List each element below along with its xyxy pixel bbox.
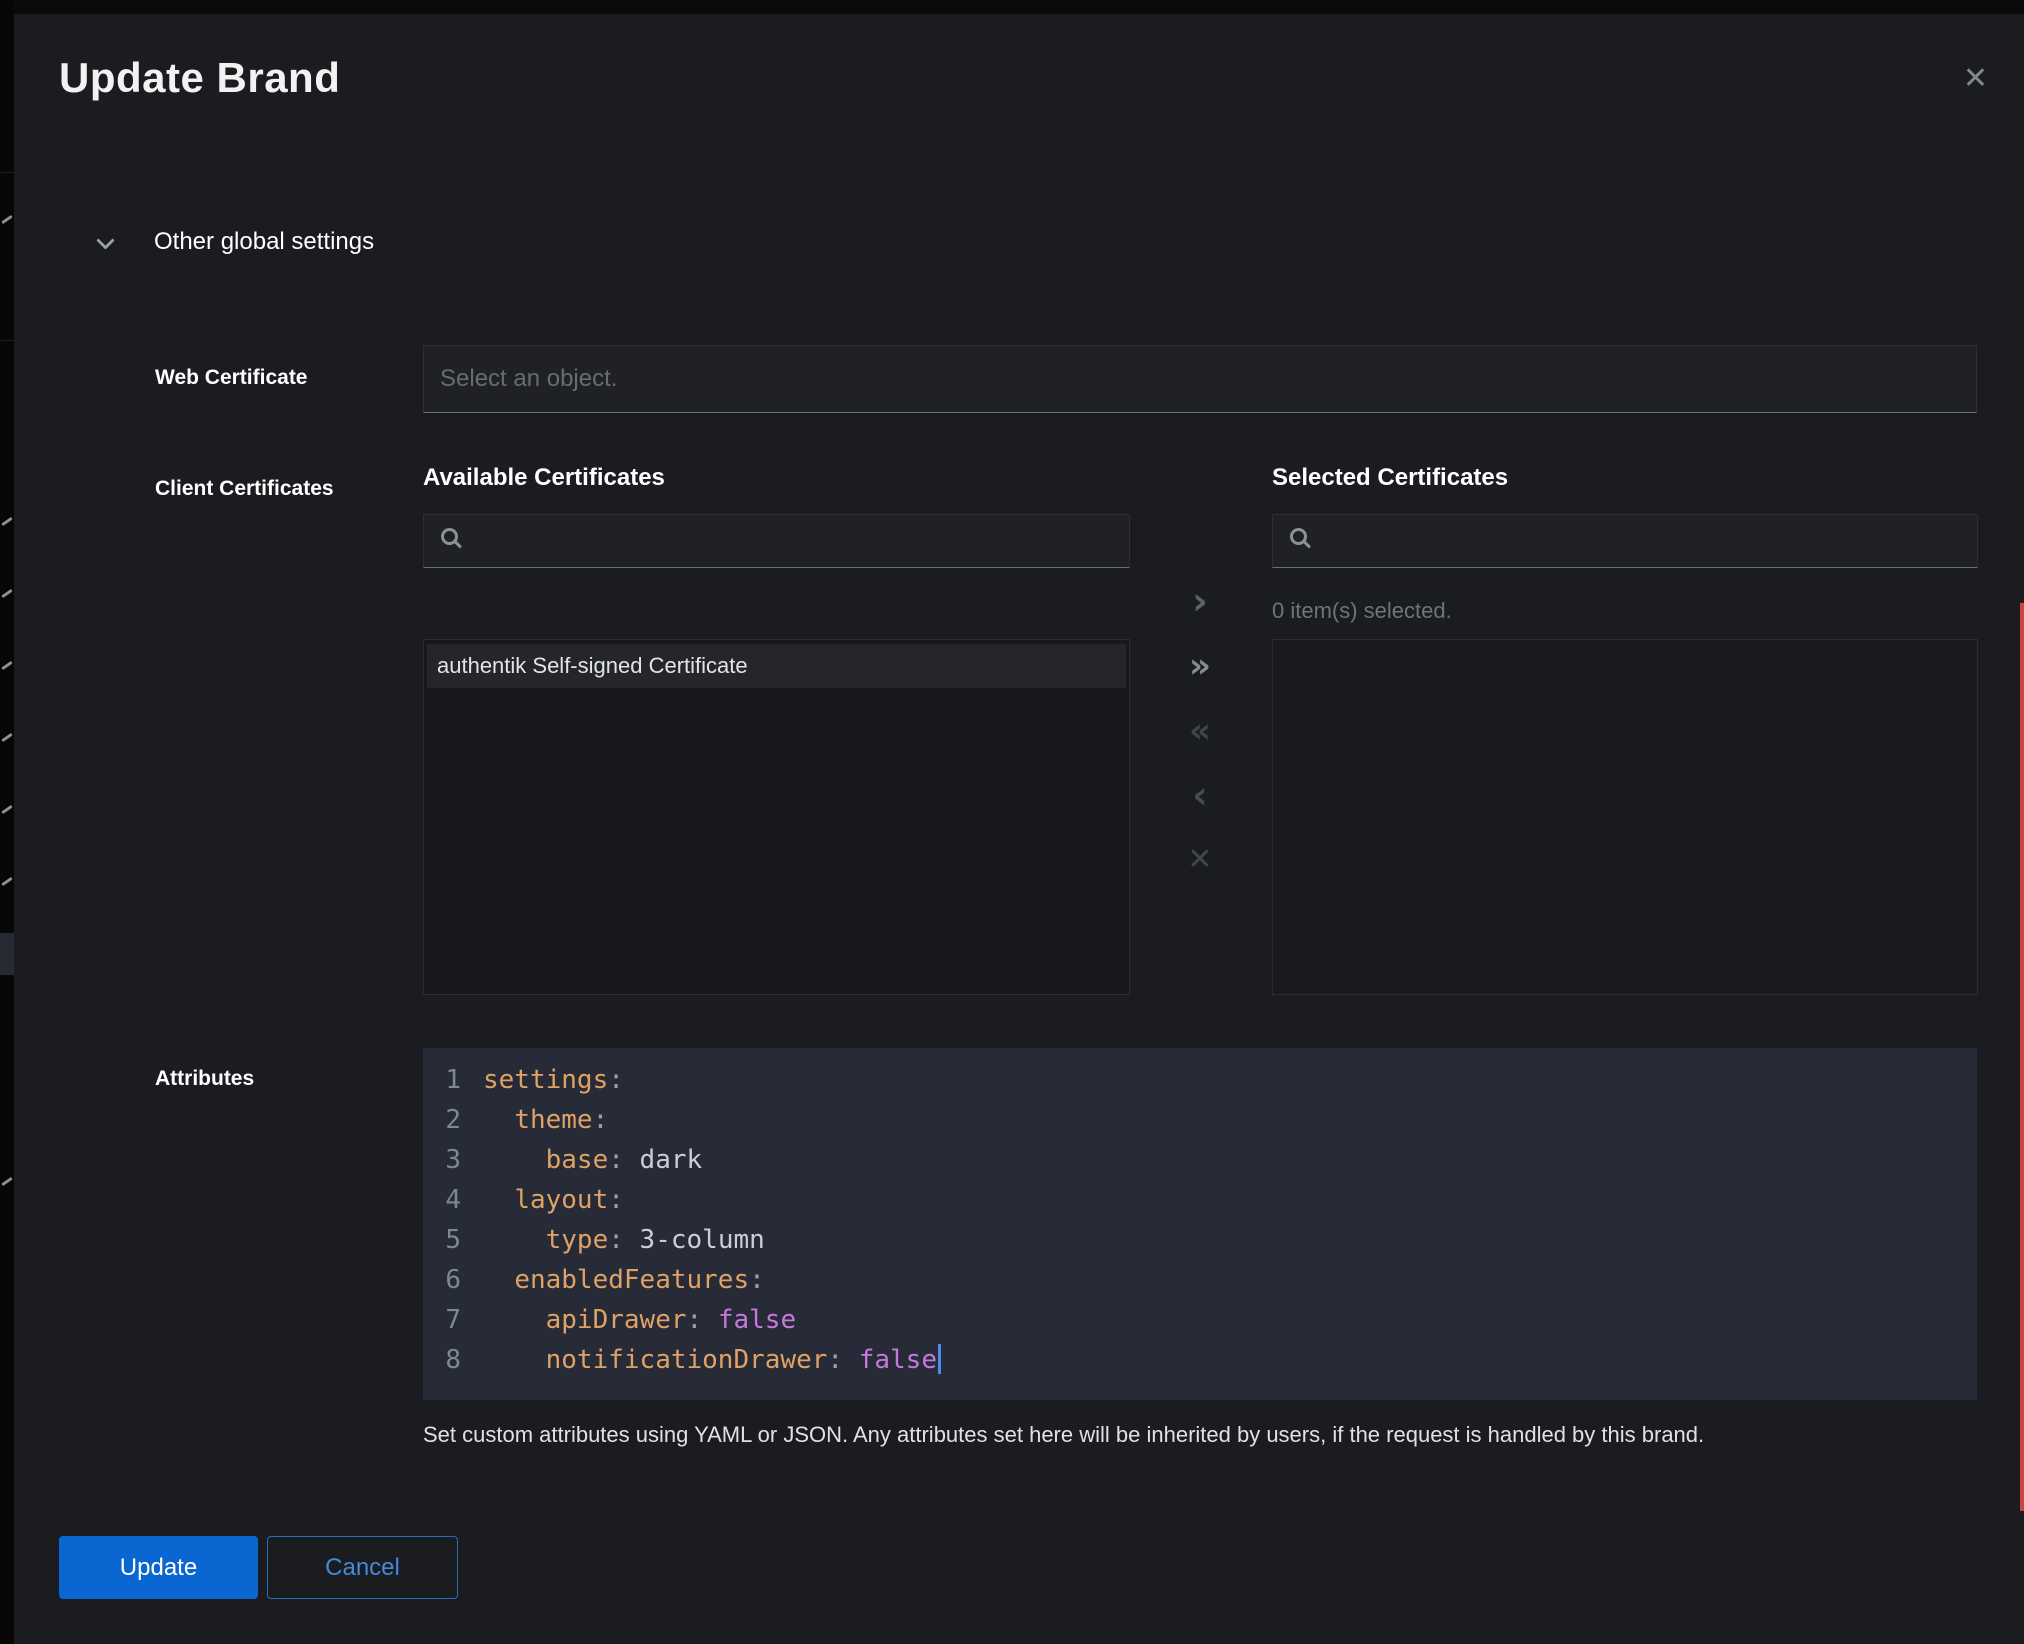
sidebar-chevron-icon [1,215,13,224]
transfer-clear-button[interactable]: ✕ [1182,842,1218,878]
update-brand-modal: Update Brand ✕ Other global settings Web… [14,14,2024,1644]
selected-certificates-heading: Selected Certificates [1272,464,1508,492]
search-icon [441,528,458,545]
code-line[interactable]: 4 layout: [439,1180,1977,1220]
modal-title: Update Brand [59,54,340,102]
attributes-code-lines: 1settings:2 theme:3 base: dark4 layout:5… [439,1060,1977,1380]
transfer-add-all-button[interactable]: » [1182,648,1218,684]
chevron-down-icon [96,231,114,249]
sidebar-chevron-icon [1,733,13,742]
update-button[interactable]: Update [59,1536,258,1599]
text-cursor [938,1344,941,1374]
sidebar-chevron-icon [1,1177,13,1186]
sidebar-chevron-icon [1,661,13,670]
web-certificate-select[interactable] [423,345,1977,413]
available-search-input[interactable] [476,515,1121,567]
transfer-remove-all-button[interactable]: « [1182,713,1218,749]
sidebar-sliver [0,0,14,1644]
attributes-help-text: Set custom attributes using YAML or JSON… [423,1422,1983,1448]
code-line[interactable]: 2 theme: [439,1100,1977,1140]
selected-search-input[interactable] [1325,515,1969,567]
code-line[interactable]: 5 type: 3-column [439,1220,1977,1260]
client-certificates-label: Client Certificates [155,477,334,501]
web-certificate-label: Web Certificate [155,366,308,390]
sidebar-active-item-sliver [0,933,14,975]
transfer-remove-button[interactable]: ‹ [1182,777,1218,813]
certificate-list-item[interactable]: authentik Self-signed Certificate [427,644,1126,688]
code-line[interactable]: 3 base: dark [439,1140,1977,1180]
transfer-add-button[interactable]: › [1182,583,1218,619]
sidebar-chevron-icon [1,805,13,814]
cancel-button[interactable]: Cancel [267,1536,458,1599]
red-edge-sliver [2020,603,2024,1511]
sidebar-chevron-icon [1,589,13,598]
selected-search-box [1272,514,1978,568]
attributes-label: Attributes [155,1067,254,1091]
sidebar-chevron-icon [1,877,13,886]
close-icon[interactable]: ✕ [1963,64,1988,94]
code-line[interactable]: 8 notificationDrawer: false [439,1340,1977,1380]
search-icon [1290,528,1307,545]
selected-certificates-list[interactable] [1272,639,1978,995]
attributes-code-editor[interactable]: 1settings:2 theme:3 base: dark4 layout:5… [423,1048,1977,1400]
code-line[interactable]: 1settings: [439,1060,1977,1100]
available-certificates-heading: Available Certificates [423,464,665,492]
code-line[interactable]: 6 enabledFeatures: [439,1260,1977,1300]
expander-label: Other global settings [154,228,374,256]
available-search-box [423,514,1130,568]
selected-count-status: 0 item(s) selected. [1272,598,1452,624]
sidebar-divider [0,172,14,173]
available-certificates-list[interactable]: authentik Self-signed Certificate [423,639,1130,995]
sidebar-chevron-icon [1,517,13,526]
sidebar-divider [0,340,14,341]
code-line[interactable]: 7 apiDrawer: false [439,1300,1977,1340]
